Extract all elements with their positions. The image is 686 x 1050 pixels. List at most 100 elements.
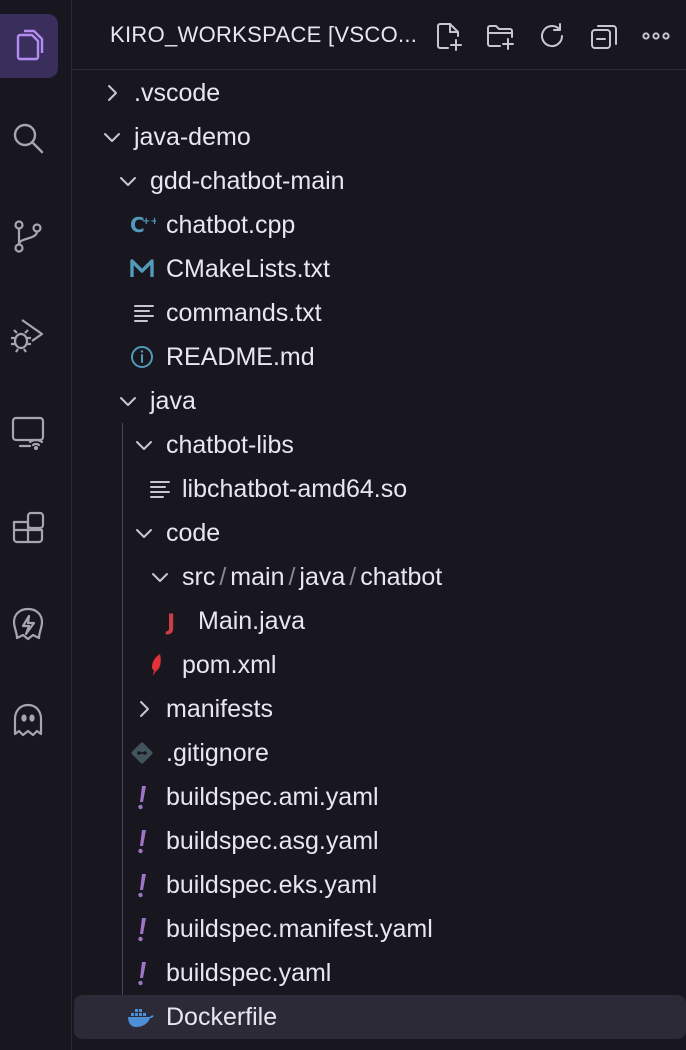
yaml-file-icon	[128, 871, 156, 899]
explorer-panel: KIRO_WORKSPACE [VSCO... .vscode java-dem…	[72, 0, 686, 1050]
new-folder-icon	[487, 25, 514, 50]
yaml-file-icon	[128, 783, 156, 811]
chevron-down-icon	[130, 519, 158, 547]
tree-label: pom.xml	[182, 651, 277, 679]
svg-text:++: ++	[142, 216, 156, 227]
tree-file-buildspec-asg[interactable]: buildspec.asg.yaml	[72, 819, 686, 863]
source-control-icon	[14, 220, 42, 253]
tree-label: .gitignore	[166, 739, 269, 767]
tree-label: gdd-chatbot-main	[150, 167, 345, 195]
chevron-down-icon	[114, 387, 142, 415]
path-separator: /	[288, 563, 296, 591]
tree-folder-gdd-chatbot-main[interactable]: gdd-chatbot-main	[72, 159, 686, 203]
tree-label: buildspec.manifest.yaml	[166, 915, 433, 943]
path-separator: /	[349, 563, 357, 591]
new-file-button[interactable]	[428, 16, 468, 56]
tree-label: Dockerfile	[166, 1003, 278, 1031]
tree-label: .vscode	[134, 79, 221, 107]
debug-icon	[11, 319, 44, 353]
refresh-button[interactable]	[532, 16, 572, 56]
files-icon	[16, 29, 44, 61]
tree-label: CMakeLists.txt	[166, 255, 330, 283]
tree-label: code	[166, 519, 221, 547]
chevron-down-icon	[114, 167, 142, 195]
path-segment[interactable]: src	[182, 563, 215, 591]
activity-explorer[interactable]	[0, 14, 58, 78]
activity-extensions[interactable]	[0, 496, 56, 560]
tree-folder-manifests[interactable]: manifests	[72, 687, 686, 731]
tree-folder-code[interactable]: code	[72, 511, 686, 555]
path-segment[interactable]: java	[299, 563, 345, 591]
tree-file-pom[interactable]: pom.xml	[72, 643, 686, 687]
compact-folder-path: src / main / java / chatbot	[182, 563, 442, 591]
path-separator: /	[219, 563, 227, 591]
refresh-icon	[541, 23, 564, 48]
more-actions-button[interactable]	[636, 16, 676, 56]
tree-file-main-java[interactable]: J Main.java	[72, 599, 686, 643]
tree-file-chatbot-cpp[interactable]: C ++ chatbot.cpp	[72, 203, 686, 247]
text-file-icon	[130, 299, 158, 327]
collapse-all-button[interactable]	[584, 16, 624, 56]
path-segment[interactable]: main	[230, 563, 284, 591]
tree-file-gitignore[interactable]: .gitignore	[72, 731, 686, 775]
tree-file-buildspec[interactable]: buildspec.yaml	[72, 951, 686, 995]
activity-remote-explorer[interactable]	[0, 400, 56, 464]
extensions-icon	[12, 511, 45, 544]
ellipsis-icon	[642, 32, 670, 40]
tree-file-readme[interactable]: README.md	[72, 335, 686, 379]
chevron-right-icon	[130, 695, 158, 723]
tree-file-libchatbot[interactable]: libchatbot-amd64.so	[72, 467, 686, 511]
tree-file-buildspec-eks[interactable]: buildspec.eks.yaml	[72, 863, 686, 907]
tree-folder-java[interactable]: java	[72, 379, 686, 423]
tree-folder-java-demo[interactable]: java-demo	[72, 115, 686, 159]
tree-folder-chatbot-libs[interactable]: chatbot-libs	[72, 423, 686, 467]
remote-icon	[11, 416, 45, 451]
explorer-header: KIRO_WORKSPACE [VSCO...	[72, 0, 686, 70]
chevron-down-icon	[146, 563, 174, 591]
docker-icon	[126, 1003, 154, 1031]
explorer-title[interactable]: KIRO_WORKSPACE [VSCO...	[110, 22, 417, 48]
activity-bar	[0, 0, 72, 1050]
activity-kiro-spec[interactable]	[0, 592, 56, 656]
cpp-file-icon: C ++	[128, 211, 156, 239]
search-icon	[13, 123, 44, 154]
tree-label: buildspec.yaml	[166, 959, 332, 987]
app-window: KIRO_WORKSPACE [VSCO... .vscode java-dem…	[0, 0, 686, 1050]
chevron-down-icon	[130, 431, 158, 459]
tree-file-buildspec-ami[interactable]: buildspec.ami.yaml	[72, 775, 686, 819]
path-segment[interactable]: chatbot	[360, 563, 442, 591]
tree-label: java-demo	[134, 123, 251, 151]
java-file-icon: J	[160, 607, 188, 635]
chevron-right-icon	[98, 79, 126, 107]
cmake-file-icon	[128, 255, 156, 283]
tree-label: Main.java	[198, 607, 305, 635]
new-folder-button[interactable]	[480, 16, 520, 56]
tree-label: buildspec.asg.yaml	[166, 827, 379, 855]
activity-search[interactable]	[0, 106, 56, 170]
chevron-down-icon	[98, 123, 126, 151]
tree-file-cmakelists[interactable]: CMakeLists.txt	[72, 247, 686, 291]
yaml-file-icon	[128, 827, 156, 855]
tree-label: chatbot.cpp	[166, 211, 296, 239]
tree-label: manifests	[166, 695, 273, 723]
tree-folder-src-main-java-chatbot[interactable]: src / main / java / chatbot	[72, 555, 686, 599]
tree-file-buildspec-manifest[interactable]: buildspec.manifest.yaml	[72, 907, 686, 951]
yaml-file-icon	[128, 915, 156, 943]
kiro-lightning-icon	[12, 607, 44, 641]
tree-file-commands[interactable]: commands.txt	[72, 291, 686, 335]
text-file-icon	[146, 475, 174, 503]
tree-label: README.md	[166, 343, 315, 371]
tree-label: libchatbot-amd64.so	[182, 475, 408, 503]
git-icon	[128, 739, 156, 767]
tree-label: chatbot-libs	[166, 431, 294, 459]
new-file-icon	[437, 23, 462, 51]
tree-file-dockerfile[interactable]: Dockerfile	[74, 995, 686, 1039]
activity-run-debug[interactable]	[0, 302, 56, 366]
activity-kiro[interactable]	[0, 688, 56, 752]
activity-source-control[interactable]	[0, 204, 56, 268]
svg-text:J: J	[165, 611, 175, 635]
tree-label: commands.txt	[166, 299, 322, 327]
maven-icon	[144, 651, 172, 679]
tree-folder-vscode[interactable]: .vscode	[72, 71, 686, 115]
tree-label: buildspec.ami.yaml	[166, 783, 379, 811]
